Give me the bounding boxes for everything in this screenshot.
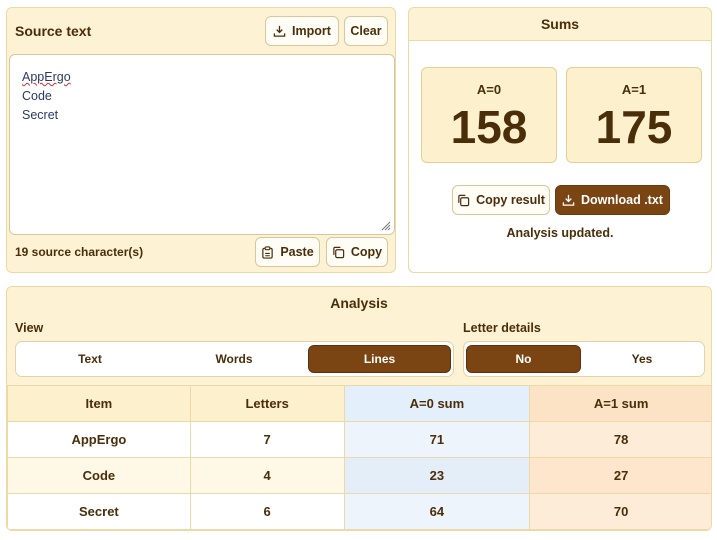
cell-letters: 7 [189, 421, 345, 458]
import-button[interactable]: Import [265, 16, 339, 46]
sums-panel: Sums A=0 158 A=1 175 Copy result Downloa… [408, 7, 712, 273]
clear-button[interactable]: Clear [344, 16, 388, 46]
download-label: Download .txt [581, 193, 663, 207]
sum-a1-label: A=1 [621, 82, 647, 97]
cell-a1-sum: 78 [529, 421, 711, 458]
clear-label: Clear [350, 24, 382, 38]
download-txt-button[interactable]: Download .txt [555, 185, 670, 215]
source-line: Code [22, 89, 52, 103]
source-line: AppErgo [22, 70, 71, 84]
sum-a0-value: 158 [450, 101, 528, 153]
source-textarea[interactable]: AppErgo Code Secret [9, 54, 395, 235]
table-header-row: Item Letters A=0 sum A=1 sum [7, 385, 711, 422]
copy-button[interactable]: Copy [326, 237, 388, 267]
source-character-count: 19 source character(s) [15, 245, 144, 259]
view-option-text[interactable]: Text [18, 345, 162, 373]
column-header-item: Item [7, 385, 191, 422]
cell-letters: 4 [189, 457, 345, 494]
letter-option-yes[interactable]: Yes [583, 345, 701, 373]
copy-label: Copy [350, 245, 383, 259]
cell-a0-sum: 71 [343, 421, 531, 458]
paste-button[interactable]: Paste [255, 237, 320, 267]
table-row: Code 4 23 27 [7, 457, 711, 494]
letter-details-segmented-control: No Yes [463, 341, 705, 377]
column-header-a0-sum: A=0 sum [343, 385, 531, 422]
letter-option-no[interactable]: No [466, 345, 581, 373]
cell-item: AppErgo [7, 421, 191, 458]
cell-a1-sum: 27 [529, 457, 711, 494]
table-row: AppErgo 7 71 78 [7, 421, 711, 458]
download-icon [562, 194, 575, 206]
view-option-words[interactable]: Words [162, 345, 306, 373]
source-title: Source text [15, 23, 92, 39]
clipboard-icon [262, 245, 274, 259]
sum-card-a1: A=1 175 [566, 67, 702, 163]
analysis-title: Analysis [330, 295, 388, 311]
paste-label: Paste [280, 245, 314, 259]
cell-item: Secret [7, 493, 191, 530]
column-header-a1-sum: A=1 sum [529, 385, 711, 422]
copy-result-button[interactable]: Copy result [452, 185, 550, 215]
column-header-letters: Letters [189, 385, 345, 422]
sum-a0-label: A=0 [476, 82, 502, 97]
letter-details-label: Letter details [463, 321, 541, 335]
import-label: Import [292, 24, 331, 38]
view-label: View [15, 321, 44, 335]
cell-a0-sum: 23 [343, 457, 531, 494]
status-message: Analysis updated. [506, 226, 614, 240]
cell-letters: 6 [189, 493, 345, 530]
view-segmented-control: Text Words Lines [15, 341, 454, 377]
copy-result-label: Copy result [476, 193, 545, 207]
view-option-lines[interactable]: Lines [308, 345, 451, 373]
sums-body: A=0 158 A=1 175 Copy result Download .tx… [409, 41, 711, 272]
analysis-table: Item Letters A=0 sum A=1 sum AppErgo 7 7… [7, 385, 711, 530]
sum-card-a0: A=0 158 [421, 67, 557, 163]
resize-handle-icon[interactable] [379, 219, 391, 231]
table-row: Secret 6 64 70 [7, 493, 711, 530]
cell-item: Code [7, 457, 191, 494]
copy-icon [333, 246, 345, 258]
cell-a0-sum: 64 [343, 493, 531, 530]
source-line: Secret [22, 108, 59, 122]
import-icon [273, 25, 286, 37]
analysis-panel: Analysis View Text Words Lines Letter de… [6, 286, 712, 531]
sums-title: Sums [409, 8, 711, 41]
sum-a1-value: 175 [595, 101, 673, 153]
copy-icon [458, 194, 470, 206]
cell-a1-sum: 70 [529, 493, 711, 530]
source-panel: Source text Import Clear AppErgo Code Se… [6, 7, 396, 273]
